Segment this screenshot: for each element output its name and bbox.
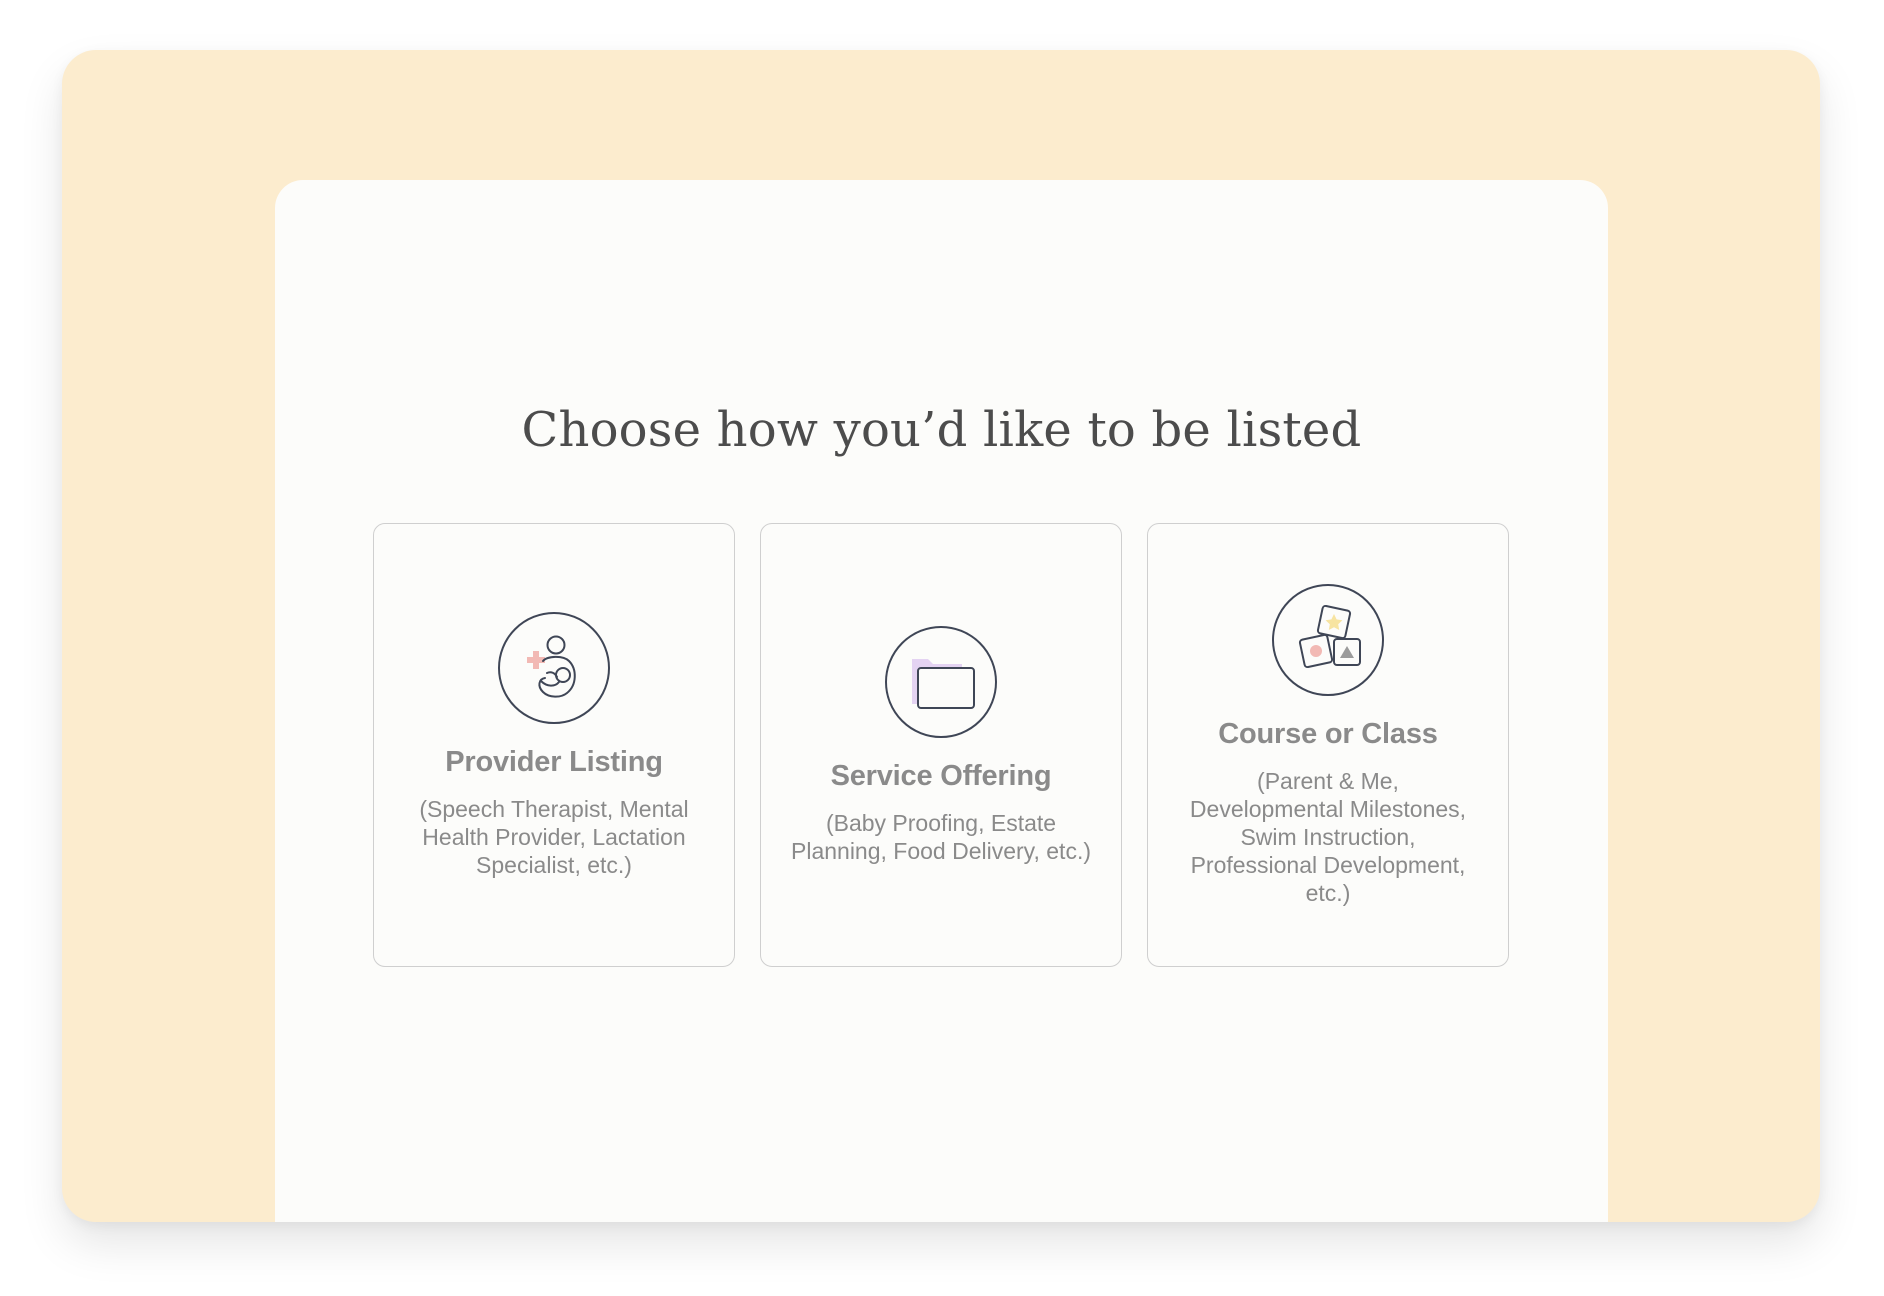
mother-holding-baby-glyph (527, 635, 576, 698)
listing-type-panel: Choose how you’d like to be listed Provi… (275, 180, 1608, 1222)
card-description: (Speech Therapist, Mental Health Provide… (419, 795, 689, 878)
card-description: (Baby Proofing, Estate Planning, Food De… (791, 809, 1091, 864)
folder-icon (885, 625, 997, 738)
mother-holding-baby-icon (498, 611, 610, 724)
course-or-class-card-content: Course or Class (Parent & Me, Developmen… (1168, 524, 1488, 966)
listing-options: Provider Listing (Speech Therapist, Ment… (373, 523, 1511, 969)
service-offering-card-content: Service Offering (Baby Proofing, Estate … (781, 524, 1101, 966)
card-title: Provider Listing (445, 745, 663, 778)
building-blocks-glyph (1298, 604, 1361, 668)
card-title: Service Offering (830, 759, 1052, 792)
pink-plus-shape (527, 650, 545, 669)
folder-glyph (912, 658, 975, 709)
folder-front-shape (917, 666, 975, 709)
circle-shape (1310, 644, 1322, 657)
provider-listing-card-content: Provider Listing (Speech Therapist, Ment… (394, 524, 714, 966)
provider-listing-card[interactable]: Provider Listing (Speech Therapist, Ment… (373, 523, 735, 967)
service-offering-card[interactable]: Service Offering (Baby Proofing, Estate … (760, 523, 1122, 967)
building-blocks-icon (1272, 583, 1384, 696)
card-description: (Parent & Me, Developmental Milestones, … (1189, 767, 1467, 906)
page-background: Choose how you’d like to be listed Provi… (62, 50, 1820, 1222)
course-or-class-card[interactable]: Course or Class (Parent & Me, Developmen… (1147, 523, 1509, 967)
page-title: Choose how you’d like to be listed (521, 402, 1362, 458)
card-title: Course or Class (1218, 717, 1438, 750)
